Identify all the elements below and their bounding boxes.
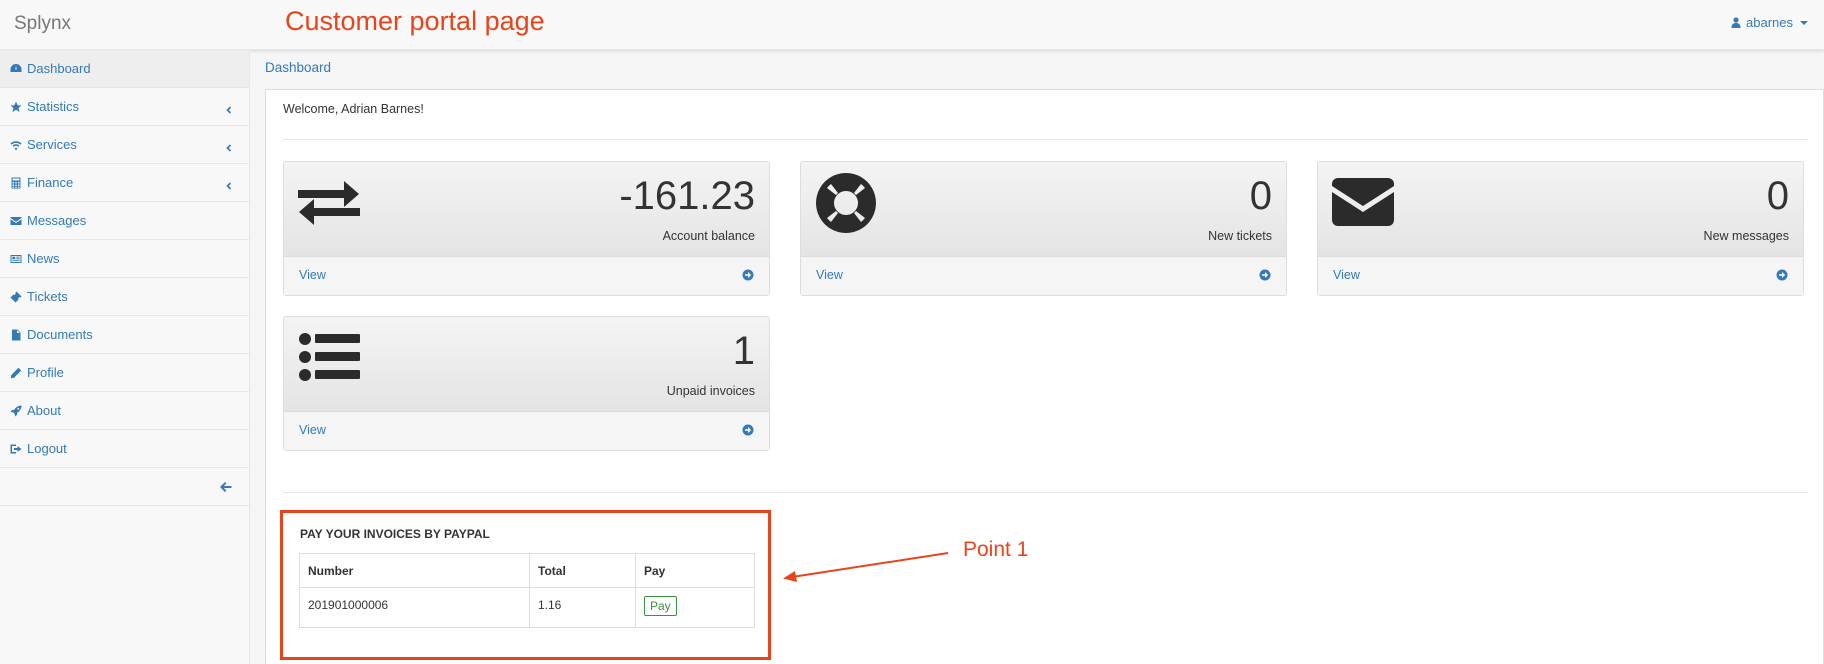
card-footer[interactable]: View (284, 412, 769, 450)
sidebar-item-label: News (27, 251, 60, 266)
sidebar-item-profile[interactable]: Profile (0, 354, 249, 392)
life-ring-icon (815, 172, 877, 237)
envelope-icon (9, 214, 23, 228)
unpaid-invoices-label: Unpaid invoices (666, 384, 755, 398)
sidebar-item-label: Logout (27, 441, 67, 456)
table-header-row: Number Total Pay (299, 553, 755, 588)
sidebar-item-news[interactable]: News (0, 240, 249, 278)
sidebar-item-label: Statistics (27, 99, 80, 114)
annotation-arrow (783, 552, 949, 582)
sidebar-item-label: About (27, 403, 61, 418)
calculator-icon (9, 176, 23, 190)
new-messages-value: 0 (1766, 174, 1789, 218)
new-tickets-label: New tickets (1208, 229, 1272, 243)
card-footer[interactable]: View (801, 257, 1286, 295)
card-footer[interactable]: View (284, 257, 769, 295)
wifi-icon (9, 138, 23, 152)
star-icon (9, 100, 23, 114)
view-link[interactable]: View (816, 268, 843, 282)
sidebar-item-about[interactable]: About (0, 392, 249, 430)
breadcrumb[interactable]: Dashboard (265, 60, 331, 75)
view-link[interactable]: View (299, 423, 326, 437)
column-header-total: Total (529, 553, 636, 588)
account-balance-label: Account balance (662, 229, 755, 243)
divider (283, 139, 1807, 140)
account-balance-value: -161.23 (619, 174, 755, 218)
unpaid-invoices-value: 1 (732, 329, 755, 373)
user-menu[interactable]: abarnes (1731, 15, 1808, 30)
exchange-icon (298, 180, 360, 229)
user-icon (1731, 17, 1741, 28)
arrow-circle-right-icon[interactable] (742, 424, 754, 436)
file-icon (9, 328, 23, 342)
chevron-left-icon (225, 140, 233, 152)
sidebar-item-label: Services (27, 137, 77, 152)
invoices-table: Number Total Pay 201901000006 1.16 Pay (299, 553, 755, 628)
unpaid-invoices-card: 1 Unpaid invoices View (283, 316, 770, 451)
sidebar-item-messages[interactable]: Messages (0, 202, 249, 240)
pay-cell: Pay (635, 587, 755, 628)
arrow-left-icon[interactable] (219, 480, 233, 494)
chevron-left-icon (225, 178, 233, 190)
user-name: abarnes (1746, 15, 1793, 30)
sidebar-item-label: Finance (27, 175, 74, 190)
card-body: 0 New tickets (801, 162, 1286, 257)
new-tickets-value: 0 (1249, 174, 1272, 218)
account-balance-card: -161.23 Account balance View (283, 161, 770, 296)
sidebar-item-dashboard[interactable]: Dashboard (0, 50, 249, 88)
ticket-icon (9, 290, 23, 304)
sidebar-item-label: Documents (27, 327, 93, 342)
chevron-left-icon (225, 102, 233, 114)
card-body: 1 Unpaid invoices (284, 317, 769, 412)
welcome-message: Welcome, Adrian Barnes! (283, 102, 424, 116)
arrow-circle-right-icon[interactable] (1259, 269, 1271, 281)
table-row: 201901000006 1.16 Pay (299, 587, 755, 628)
sidebar-nav: Dashboard Statistics Services Finance Me… (0, 50, 249, 468)
invoice-number: 201901000006 (299, 587, 530, 628)
sign-out-icon (9, 442, 23, 456)
rocket-icon (9, 404, 23, 418)
sidebar-item-label: Dashboard (27, 61, 91, 76)
annotation-label: Point 1 (963, 538, 1029, 561)
brand-logo[interactable]: Splynx (14, 13, 71, 35)
sidebar-item-logout[interactable]: Logout (0, 430, 249, 468)
envelope-icon (1332, 178, 1394, 229)
annotation-title: Customer portal page (285, 6, 545, 36)
new-messages-card: 0 New messages View (1317, 161, 1804, 296)
sidebar-item-label: Tickets (27, 289, 68, 304)
new-messages-label: New messages (1703, 229, 1789, 243)
invoice-total: 1.16 (529, 587, 636, 628)
sidebar-item-tickets[interactable]: Tickets (0, 278, 249, 316)
paypal-invoices-section: PAY YOUR INVOICES BY PAYPAL Number Total… (280, 510, 771, 660)
sidebar-collapse-row (0, 468, 249, 506)
new-tickets-card: 0 New tickets View (800, 161, 1287, 296)
sidebar-item-label: Profile (27, 365, 64, 380)
pencil-icon (9, 366, 23, 380)
dashboard-icon (9, 62, 23, 76)
paypal-section-title: PAY YOUR INVOICES BY PAYPAL (300, 527, 490, 541)
card-footer[interactable]: View (1318, 257, 1803, 295)
card-body: 0 New messages (1318, 162, 1803, 257)
sidebar: Dashboard Statistics Services Finance Me… (0, 50, 250, 664)
column-header-pay: Pay (635, 553, 755, 588)
arrow-circle-right-icon[interactable] (742, 269, 754, 281)
list-icon (298, 333, 360, 384)
sidebar-item-label: Messages (27, 213, 87, 228)
top-navbar: Splynx Customer portal page abarnes (0, 0, 1824, 50)
card-body: -161.23 Account balance (284, 162, 769, 257)
divider (283, 492, 1807, 493)
sidebar-item-services[interactable]: Services (0, 126, 249, 164)
caret-down-icon (1800, 20, 1808, 25)
arrow-circle-right-icon[interactable] (1776, 269, 1788, 281)
dashboard-panel: Welcome, Adrian Barnes! -161.23 Account … (265, 89, 1824, 664)
view-link[interactable]: View (1333, 268, 1360, 282)
pay-button[interactable]: Pay (644, 596, 677, 616)
sidebar-item-statistics[interactable]: Statistics (0, 88, 249, 126)
newspaper-icon (9, 252, 23, 266)
view-link[interactable]: View (299, 268, 326, 282)
sidebar-item-finance[interactable]: Finance (0, 164, 249, 202)
column-header-number: Number (299, 553, 530, 588)
sidebar-item-documents[interactable]: Documents (0, 316, 249, 354)
